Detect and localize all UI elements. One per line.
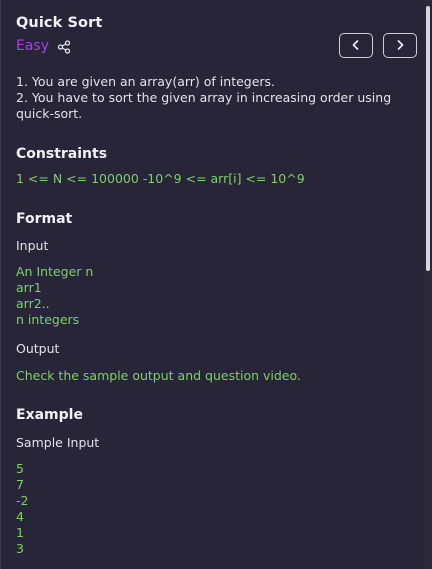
scrollbar-thumb[interactable]: [426, 6, 430, 271]
description-line: 1. You are given an array(arr) of intege…: [16, 74, 276, 89]
format-input-label: Input: [16, 238, 49, 253]
previous-problem-button[interactable]: [339, 33, 373, 58]
example-heading: Example: [16, 407, 83, 423]
share-icon[interactable]: [57, 39, 71, 54]
format-input-line: arr1: [16, 280, 42, 295]
sample-input-line: 5: [16, 461, 24, 476]
sample-input-lines: 5 7 -2 4 1 3: [16, 461, 28, 557]
sample-input-line: 4: [16, 509, 24, 524]
difficulty-badge: Easy: [16, 38, 50, 54]
chevron-left-icon: [351, 36, 361, 55]
sample-input-line: -2: [16, 493, 29, 508]
format-input-line: An Integer n: [16, 264, 94, 279]
format-input-line: arr2..: [16, 296, 50, 311]
sample-input-label: Sample Input: [16, 435, 100, 450]
constraints-text: 1 <= N <= 100000 -10^9 <= arr[i] <= 10^9: [16, 171, 305, 186]
next-problem-button[interactable]: [383, 33, 417, 58]
sample-input-line: 7: [16, 477, 24, 492]
sample-input-line: 3: [16, 541, 24, 556]
format-output-label: Output: [16, 341, 60, 356]
chevron-right-icon: [395, 36, 405, 55]
scrollbar-track[interactable]: [424, 0, 432, 569]
format-heading: Format: [16, 211, 73, 227]
difficulty-row: Easy: [16, 38, 71, 54]
problem-title: Quick Sort: [16, 15, 103, 31]
problem-description: 1. You are given an array(arr) of intege…: [16, 74, 408, 122]
description-line: 2. You have to sort the given array in i…: [16, 90, 392, 121]
sample-input-line: 1: [16, 525, 24, 540]
problem-panel: Quick Sort Easy 1. You are given an arra…: [0, 0, 432, 569]
format-input-line: n integers: [16, 312, 80, 327]
format-input-lines: An Integer n arr1 arr2.. n integers: [16, 264, 93, 328]
constraints-heading: Constraints: [16, 146, 108, 162]
format-output-text: Check the sample output and question vid…: [16, 368, 301, 383]
